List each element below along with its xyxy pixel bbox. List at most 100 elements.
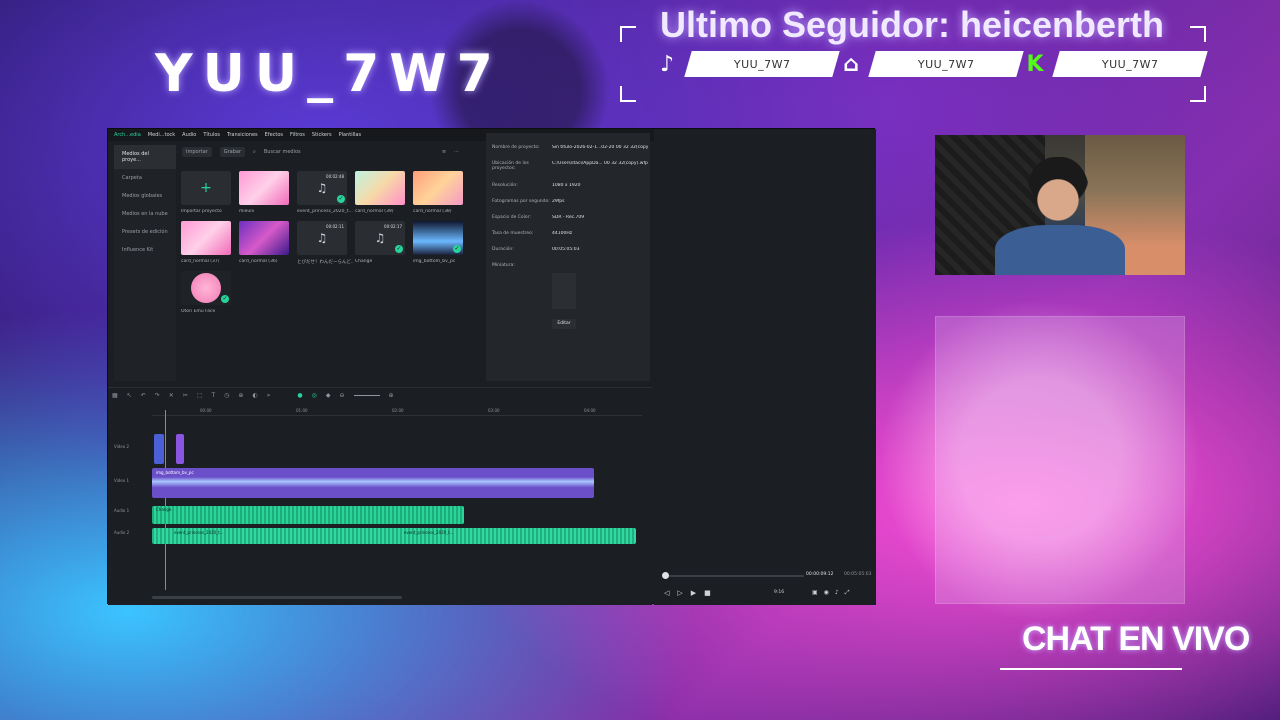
prop-resolution-key: Resolución:: [492, 183, 518, 188]
text-icon[interactable]: T: [212, 392, 216, 399]
frame-corner-tl: [620, 26, 636, 42]
cut-icon[interactable]: ✂: [183, 392, 188, 399]
ai-icon[interactable]: ◎: [312, 392, 317, 399]
sidebar-item-edit-presets[interactable]: Presets de edición: [114, 223, 176, 241]
timeline-playhead[interactable]: [165, 410, 166, 590]
media-thumb[interactable]: [239, 171, 289, 205]
audio1-clip[interactable]: [152, 506, 464, 524]
sidebar-item-folder[interactable]: Carpeta: [114, 169, 176, 187]
project-properties-panel: Nombre de proyecto: Sin título-2026-02-1…: [486, 133, 650, 381]
filter-icon[interactable]: ≡: [442, 149, 446, 155]
select-icon[interactable]: ↖: [127, 392, 132, 399]
menu-templates[interactable]: Plantillas: [339, 132, 361, 138]
thumbnail-placeholder: [552, 273, 576, 309]
menu-titles[interactable]: Títulos: [203, 132, 220, 138]
crop-icon[interactable]: ⬚: [197, 392, 203, 399]
media-toolbar: Importar Grabar ⌕ Buscar medios ≡ ···: [180, 145, 478, 159]
preview-scrubber[interactable]: [664, 575, 804, 577]
menu-filters[interactable]: Filtros: [290, 132, 305, 138]
menu-stickers[interactable]: Stickers: [312, 132, 332, 138]
media-thumb[interactable]: [181, 221, 231, 255]
menu-effects[interactable]: Efectos: [265, 132, 283, 138]
chat-area: [935, 316, 1185, 604]
speed-icon[interactable]: ◷: [224, 392, 229, 399]
menu-stock[interactable]: Medi...tock: [148, 132, 175, 138]
fullscreen-icon[interactable]: ⤢: [845, 589, 850, 597]
mic-icon[interactable]: ●: [297, 392, 302, 399]
prop-color-key: Espacio de Color:: [492, 215, 531, 220]
zoom-in-icon[interactable]: ⊕: [389, 392, 394, 399]
prop-fps-key: Fotogramas por segundo:: [492, 199, 550, 204]
media-duration: 00:02:11: [326, 224, 344, 229]
media-label: img_bottom_bv_pc: [413, 259, 456, 264]
grid-icon[interactable]: ▦: [112, 392, 118, 399]
edit-thumbnail-button[interactable]: Editar: [552, 319, 576, 329]
media-thumb[interactable]: [413, 171, 463, 205]
preview-tools: ▣ ◉ ♪ ⤢: [812, 589, 850, 597]
video2-clip[interactable]: [176, 434, 184, 464]
media-label: Importar proyecto: [181, 209, 222, 214]
prop-fps-value: 29fps: [552, 199, 565, 204]
preview-panel: 00:00:09:12 00:05:05:03 ◁ ▷ ▶ ■ 9:16 ▣ ◉…: [654, 129, 876, 605]
undo-icon[interactable]: ↶: [141, 392, 146, 399]
record-button[interactable]: Grabar: [219, 147, 246, 157]
twitch-handle: YUU_7W7: [917, 57, 975, 71]
chat-underline: [1000, 668, 1182, 670]
media-label: card_normal (37): [181, 259, 220, 264]
more-icon[interactable]: ···: [454, 149, 459, 155]
sidebar-item-global-media[interactable]: Medios globales: [114, 187, 176, 205]
menu-media[interactable]: Arch...edia: [114, 132, 141, 138]
video1-clip-label: img_bottom_bv_pc: [156, 470, 194, 475]
track-label: Video 1: [114, 478, 130, 483]
play-icon[interactable]: ▶: [691, 589, 696, 597]
ruler-tick: 03:00: [488, 408, 500, 413]
audio-thumb[interactable]: ♫ 00:02:17 ✓: [355, 221, 405, 255]
video2-clip[interactable]: [154, 434, 164, 464]
prev-frame-icon[interactable]: ◁: [664, 589, 669, 597]
volume-icon[interactable]: ♪: [835, 589, 839, 597]
stop-icon[interactable]: ■: [704, 589, 711, 597]
menu-audio[interactable]: Audio: [182, 132, 196, 138]
delete-icon[interactable]: ✕: [169, 392, 174, 399]
preview-playhead[interactable]: [662, 572, 669, 579]
frame-corner-br: [1190, 86, 1206, 102]
media-sidebar: Medios del proye... Carpeta Medios globa…: [114, 145, 176, 381]
menu-transitions[interactable]: Transiciones: [227, 132, 258, 138]
prop-location-key: Ubicación de los proyectos:: [492, 161, 529, 171]
zoom-out-icon[interactable]: ⊖: [340, 392, 345, 399]
video1-clip[interactable]: [152, 468, 594, 498]
media-thumb[interactable]: ✓: [181, 271, 231, 305]
media-thumb[interactable]: [355, 171, 405, 205]
media-thumb[interactable]: ✓: [413, 221, 463, 255]
prop-color-value: SDR - Rec.709: [552, 215, 585, 220]
track-label: Audio 1: [114, 508, 130, 513]
redo-icon[interactable]: ↷: [155, 392, 160, 399]
search-input[interactable]: Buscar medios: [264, 149, 434, 155]
aspect-ratio-select[interactable]: 9:16: [774, 590, 784, 595]
snapshot-icon[interactable]: ◉: [824, 589, 829, 597]
timeline-scrollbar[interactable]: [152, 596, 402, 599]
marker-icon[interactable]: ◆: [326, 392, 331, 399]
audio-thumb[interactable]: ♫ 00:02:11: [297, 221, 347, 255]
ruler-tick: 01:00: [296, 408, 308, 413]
zoom-slider[interactable]: [353, 394, 380, 396]
sidebar-item-project-media[interactable]: Medios del proye...: [114, 145, 176, 169]
audio-thumb[interactable]: ♫ 00:02:48 ✓: [297, 171, 347, 205]
import-button[interactable]: Importar: [182, 147, 212, 157]
more-tools-icon[interactable]: »: [267, 392, 271, 399]
sidebar-item-influence-kit[interactable]: Influence Kit: [114, 241, 176, 259]
sidebar-item-cloud-media[interactable]: Medios en la nube: [114, 205, 176, 223]
play-step-icon[interactable]: ▷: [677, 589, 682, 597]
color-icon[interactable]: ◐: [252, 392, 257, 399]
media-label: Otori Emu Face: [181, 309, 216, 314]
check-icon: ✓: [453, 245, 461, 253]
zoom-icon[interactable]: ⊕: [238, 392, 243, 399]
prop-resolution-value: 1080 x 1920: [552, 183, 581, 188]
render-icon[interactable]: ▣: [812, 589, 818, 597]
media-thumb[interactable]: [239, 221, 289, 255]
audio2-clip[interactable]: [152, 528, 636, 544]
prop-name-key: Nombre de proyecto:: [492, 145, 540, 150]
import-project-tile[interactable]: +: [181, 171, 231, 205]
media-label: card_normal (38): [413, 209, 452, 214]
social-kick: K YUU_7W7: [1020, 50, 1208, 78]
